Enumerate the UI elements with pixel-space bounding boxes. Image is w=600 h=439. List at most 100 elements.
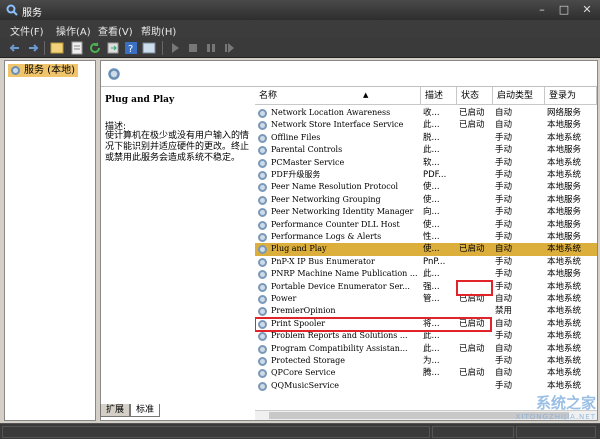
- service-name: Portable Device Enumerator Ser...: [271, 281, 410, 291]
- service-row[interactable]: Problem Reports and Solutions ... 此... 手动 本…: [255, 330, 597, 342]
- maximize-button[interactable]: □: [553, 2, 575, 18]
- service-row[interactable]: Power 管... 已启动 自动 本地系统: [255, 293, 597, 305]
- service-logon-as: 本地服务: [547, 232, 582, 242]
- service-name: PCMaster Service: [271, 157, 345, 167]
- service-row[interactable]: Performance Logs & Alerts 性... 手动 本地服务: [255, 231, 597, 243]
- service-logon-as: 网络服务: [547, 108, 582, 118]
- column-header-status[interactable]: 状态: [457, 87, 493, 105]
- status-highlight-box: [456, 280, 493, 296]
- service-row[interactable]: Plug and Play 使... 已启动 自动 本地系统: [255, 243, 597, 256]
- service-row[interactable]: Peer Networking Grouping 使... 手动 本地服务: [255, 194, 597, 206]
- column-header-logon-as[interactable]: 登录为: [545, 87, 597, 105]
- service-description: 收...: [423, 108, 440, 118]
- service-row[interactable]: Performance Counter DLL Host 使... 手动 本地服务: [255, 219, 597, 231]
- refresh-icon[interactable]: [88, 41, 102, 55]
- service-logon-as: 本地服务: [547, 207, 582, 218]
- minimize-button[interactable]: –: [531, 2, 553, 18]
- service-gear-icon: [258, 369, 267, 379]
- close-button[interactable]: ✕: [576, 2, 598, 18]
- menu-help[interactable]: 帮助(H): [141, 23, 176, 38]
- service-name: Peer Name Resolution Protocol: [271, 182, 399, 192]
- service-startup-type: 自动: [495, 343, 513, 354]
- service-gear-icon: [258, 245, 267, 255]
- watermark-logo: 系统之家 XITONGZHIJIA.NET: [515, 394, 596, 421]
- service-row[interactable]: PDF升级服务 PDF... 手动 本地系统: [255, 169, 597, 181]
- service-row[interactable]: Peer Networking Identity Manager 向... 手动 本地…: [255, 206, 597, 218]
- menu-action[interactable]: 操作(A): [56, 23, 91, 38]
- menu-view[interactable]: 查看(V): [98, 23, 133, 38]
- toolbar-separator: [162, 41, 163, 55]
- service-description: 使...: [423, 219, 440, 230]
- service-row[interactable]: QQMusicService 手动 本地系统: [255, 380, 597, 392]
- service-row[interactable]: Network Store Interface Service 此... 已启动 自动…: [255, 119, 597, 131]
- service-startup-type: 手动: [495, 182, 513, 193]
- service-startup-type: 手动: [495, 132, 513, 143]
- service-name: PNRP Machine Name Publication ...: [271, 269, 418, 279]
- column-header-startup-type[interactable]: 启动类型: [493, 87, 545, 105]
- service-gear-icon: [258, 121, 267, 131]
- service-row[interactable]: Parental Controls 此... 手动 本地服务: [255, 144, 597, 156]
- service-startup-type: 自动: [495, 108, 513, 118]
- start-service-icon[interactable]: [168, 41, 182, 55]
- service-status: [459, 355, 493, 367]
- service-row[interactable]: QPCore Service 腾... 已启动 自动 本地系统: [255, 367, 597, 379]
- service-description: PnP...: [423, 256, 446, 267]
- stop-service-icon[interactable]: [186, 41, 200, 55]
- service-startup-type: 手动: [495, 157, 513, 168]
- service-description: 使...: [423, 182, 440, 193]
- service-status: [459, 305, 493, 317]
- service-logon-as: 本地系统: [547, 306, 582, 317]
- service-status: 已启动: [459, 120, 485, 131]
- tab-standard[interactable]: 标准: [130, 404, 161, 417]
- console-icon[interactable]: [142, 41, 156, 55]
- service-row[interactable]: PremierOpinion 禁用 本地系统: [255, 305, 597, 317]
- service-description: 为...: [423, 356, 440, 366]
- service-row[interactable]: Network Location Awareness 收... 已启动 自动 网络服务: [255, 107, 597, 119]
- help-icon[interactable]: ?: [124, 41, 138, 55]
- service-logon-as: 本地系统: [547, 318, 582, 329]
- service-logon-as: 本地系统: [547, 294, 582, 304]
- properties-sheet-icon[interactable]: [70, 41, 84, 55]
- service-description: 此...: [423, 120, 440, 131]
- service-status: 已启动: [459, 108, 485, 118]
- service-gear-icon: [258, 270, 267, 280]
- forward-arrow-icon[interactable]: [26, 41, 40, 55]
- service-name: Network Store Interface Service: [271, 120, 404, 130]
- show-tree-icon[interactable]: [50, 41, 64, 55]
- restart-service-icon[interactable]: [222, 41, 236, 55]
- export-list-icon[interactable]: [106, 41, 120, 55]
- services-app-icon: [6, 4, 18, 16]
- main-area: 服务 (本地) Plug and Play 描述: 使计算机在极少或没有用户输入…: [0, 58, 600, 423]
- service-startup-type: 手动: [495, 269, 513, 280]
- console-tree: 服务 (本地): [4, 60, 96, 421]
- service-status: 已启动: [459, 244, 485, 255]
- service-logon-as: 本地系统: [547, 157, 582, 168]
- tab-extended[interactable]: 扩展: [100, 404, 131, 417]
- service-row[interactable]: Protected Storage 为... 手动 本地系统: [255, 355, 597, 367]
- service-row[interactable]: PnP-X IP Bus Enumerator PnP... 手动 本地系统: [255, 256, 597, 268]
- service-row[interactable]: Peer Name Resolution Protocol 使... 手动 本地服务: [255, 181, 597, 193]
- back-arrow-icon[interactable]: [8, 41, 22, 55]
- service-row[interactable]: Program Compatibility Assistan... 此... 已启动…: [255, 343, 597, 355]
- service-description: 软...: [423, 157, 440, 168]
- tree-item-services-local[interactable]: 服务 (本地): [8, 64, 78, 77]
- service-logon-as: 本地系统: [547, 368, 582, 379]
- service-startup-type: 自动: [495, 244, 513, 255]
- service-row[interactable]: Offline Files 脱... 手动 本地系统: [255, 132, 597, 144]
- service-row[interactable]: PNRP Machine Name Publication ... 此... 手动 本…: [255, 268, 597, 280]
- column-header-name[interactable]: 名称 ▲: [255, 87, 421, 105]
- service-gear-icon: [258, 257, 267, 267]
- pane-header: [101, 61, 597, 87]
- service-logon-as: 本地服务: [547, 120, 582, 131]
- tree-item-label: 服务 (本地): [24, 65, 75, 76]
- pause-service-icon[interactable]: [204, 41, 218, 55]
- service-name: Program Compatibility Assistan...: [271, 343, 408, 353]
- column-header-description[interactable]: 描述: [421, 87, 457, 105]
- menu-file[interactable]: 文件(F): [10, 23, 44, 38]
- service-status: [459, 380, 493, 392]
- service-name: Peer Networking Identity Manager: [271, 207, 414, 217]
- service-startup-type: 手动: [495, 256, 513, 267]
- service-row[interactable]: PCMaster Service 软... 手动 本地系统: [255, 157, 597, 169]
- service-logon-as: 本地服务: [547, 182, 582, 193]
- service-row[interactable]: Portable Device Enumerator Ser... 强... 手动 本…: [255, 281, 597, 293]
